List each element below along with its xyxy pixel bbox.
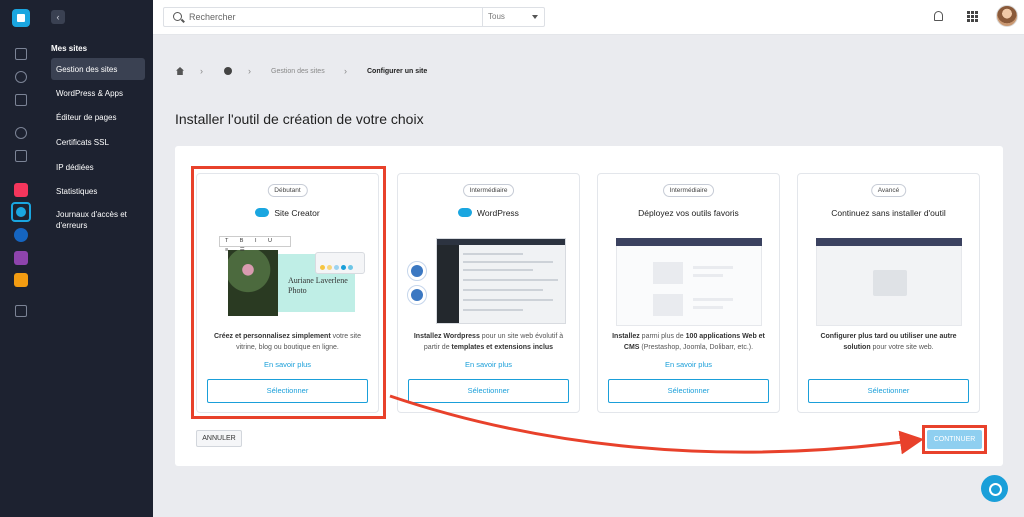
breadcrumb-current: Configurer un site	[367, 68, 428, 75]
sidebar-section-title: Mes sites	[51, 44, 88, 53]
top-header: Rechercher Tous	[153, 0, 1024, 35]
bell-icon[interactable]	[934, 11, 943, 21]
support-icon[interactable]	[15, 127, 27, 139]
shopify-circle-icon	[407, 285, 427, 305]
account-icon[interactable]	[224, 67, 232, 75]
kdrive-app-icon[interactable]	[14, 273, 28, 287]
sidebar-item-access-logs[interactable]: Journaux d'accès et d'erreurs	[51, 209, 145, 231]
level-badge: Intermédiaire	[462, 184, 515, 197]
search-input[interactable]: Rechercher	[189, 12, 236, 22]
card-title: WordPress	[398, 208, 579, 218]
highlight-box	[191, 166, 386, 419]
breadcrumb-site-management[interactable]: Gestion des sites	[271, 68, 325, 75]
level-badge: Avancé	[870, 184, 907, 197]
users-icon[interactable]	[15, 71, 27, 83]
tools-icon[interactable]	[15, 150, 27, 162]
apps-illustration	[616, 238, 762, 326]
sidebar-item-statistics[interactable]: Statistiques	[51, 186, 145, 197]
learn-more-link[interactable]: En savoir plus	[598, 360, 779, 369]
sidebar-item-ssl-certificates[interactable]: Certificats SSL	[51, 137, 145, 148]
select-button[interactable]: Sélectionner	[408, 379, 569, 403]
card-description: Configurer plus tard ou utiliser une aut…	[820, 333, 957, 351]
server-icon[interactable]	[15, 48, 27, 60]
highlight-box	[922, 425, 987, 454]
page-title: Installer l'outil de création de votre c…	[175, 111, 424, 127]
search-divider	[482, 8, 483, 26]
card-title: Continuez sans installer d'outil	[831, 208, 946, 218]
apps-grid-icon[interactable]	[967, 11, 978, 22]
icon-rail	[0, 0, 42, 517]
search-icon	[173, 12, 182, 21]
wordpress-dashboard-illustration	[436, 238, 566, 324]
sidebar-item-page-editor[interactable]: Éditeur de pages	[51, 112, 145, 123]
avatar[interactable]	[996, 5, 1018, 27]
search-bar[interactable]: Rechercher Tous	[163, 7, 545, 27]
level-badge: Intermédiaire	[662, 184, 715, 197]
chevron-down-icon[interactable]	[532, 15, 538, 19]
chevron-right-icon: ›	[344, 66, 347, 76]
infomaniak-logo-icon[interactable]	[12, 9, 30, 27]
wordpress-circle-icon	[407, 261, 427, 281]
search-scope-select[interactable]: Tous	[488, 12, 505, 21]
document-icon[interactable]	[15, 94, 27, 106]
select-button[interactable]: Sélectionner	[808, 379, 969, 403]
kchat-app-icon[interactable]	[14, 183, 28, 197]
card-description: Installez Wordpress pour un site web évo…	[413, 333, 564, 351]
wordpress-logo-icon	[458, 208, 473, 217]
home-icon[interactable]	[176, 67, 184, 75]
learn-more-link[interactable]: En savoir plus	[398, 360, 579, 369]
blank-site-illustration	[816, 238, 962, 326]
card-title: Déployez vos outils favoris	[638, 208, 739, 218]
card-no-tool[interactable]: Avancé Continuez sans installer d'outil …	[797, 173, 980, 413]
cancel-button[interactable]: ANNULER	[196, 430, 242, 447]
card-web-apps[interactable]: Intermédiaire Déployez vos outils favori…	[597, 173, 780, 413]
sidebar-item-wordpress-apps[interactable]: WordPress & Apps	[51, 88, 145, 99]
chevron-right-icon: ›	[248, 66, 251, 76]
chevron-right-icon: ›	[200, 66, 203, 76]
hosting-app-icon[interactable]	[11, 202, 31, 222]
collapse-sidebar-button[interactable]: ‹	[51, 10, 65, 24]
select-button[interactable]: Sélectionner	[608, 379, 769, 403]
sidebar-item-dedicated-ip[interactable]: IP dédiées	[51, 162, 145, 173]
help-chat-button[interactable]	[981, 475, 1008, 502]
sidebar: ‹ Mes sites Gestion des sites WordPress …	[42, 0, 153, 517]
sidebar-item-site-management[interactable]: Gestion des sites	[51, 58, 145, 80]
card-description: Installez parmi plus de 100 applications…	[612, 333, 765, 351]
logout-icon[interactable]	[15, 305, 27, 317]
card-wordpress[interactable]: Intermédiaire WordPress Installez Wordpr…	[397, 173, 580, 413]
domain-app-icon[interactable]	[14, 228, 28, 242]
kmeet-app-icon[interactable]	[14, 251, 28, 265]
